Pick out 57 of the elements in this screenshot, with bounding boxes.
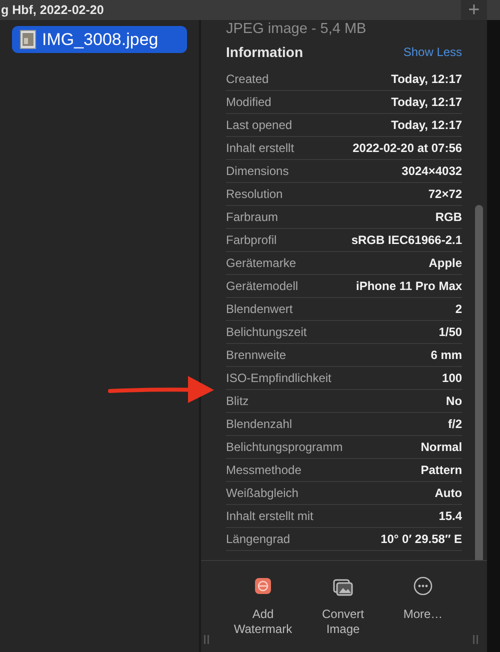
- property-label: Created: [226, 71, 269, 88]
- property-label: Last opened: [226, 117, 292, 134]
- property-value: RGB: [435, 209, 462, 226]
- property-label: Blitz: [226, 393, 249, 410]
- property-label: Farbraum: [226, 209, 278, 226]
- property-value: 100: [442, 370, 462, 387]
- property-value: Auto: [434, 485, 462, 502]
- property-label: Messmethode: [226, 462, 302, 479]
- property-value: 72×72: [428, 186, 462, 203]
- property-label: ISO-Empfindlichkeit: [226, 370, 332, 387]
- section-title: Information: [226, 42, 303, 62]
- action-button[interactable]: Convert Image: [303, 561, 383, 652]
- property-label: Farbprofil: [226, 232, 277, 249]
- property-value: Apple: [428, 255, 462, 272]
- property-label: Längengrad: [226, 531, 290, 548]
- property-label: Blendenzahl: [226, 416, 292, 433]
- property-value: No: [446, 393, 462, 410]
- action-button[interactable]: Add Watermark: [223, 561, 303, 652]
- property-label: Belichtungsprogramm: [226, 439, 343, 456]
- property-label: Inhalt erstellt mit: [226, 508, 314, 525]
- action-button[interactable]: More…: [383, 561, 463, 652]
- property-value: 6 mm: [430, 347, 462, 364]
- property-value: 2022-02-20 at 07:56: [352, 140, 462, 157]
- property-value: 3024×4032: [402, 163, 462, 180]
- property-value: 15.4: [438, 508, 462, 525]
- property-value: Pattern: [420, 462, 462, 479]
- file-item[interactable]: IMG_3008.jpeg: [12, 26, 187, 53]
- property-label: Belichtungszeit: [226, 324, 307, 341]
- property-value: f/2: [448, 416, 462, 433]
- property-value: 2: [455, 301, 462, 318]
- property-label: Dimensions: [226, 163, 289, 180]
- property-label: Gerätemodell: [226, 278, 298, 295]
- property-value: 10° 0′ 29.58″ E: [380, 531, 462, 548]
- property-label: Inhalt erstellt: [226, 140, 294, 157]
- property-label: Gerätemarke: [226, 255, 296, 272]
- resize-grip-icon[interactable]: [473, 635, 478, 644]
- property-label: Resolution: [226, 186, 283, 203]
- show-less-link[interactable]: Show Less: [403, 43, 462, 61]
- property-value: iPhone 11 Pro Max: [356, 278, 462, 295]
- property-value: Today, 12:17: [391, 71, 462, 88]
- property-label: Brennweite: [226, 347, 286, 364]
- property-value: sRGB IEC61966-2.1: [351, 232, 462, 249]
- property-value: Today, 12:17: [391, 94, 462, 111]
- property-label: Weißabgleich: [226, 485, 298, 502]
- resize-grip-icon[interactable]: [204, 635, 209, 644]
- add-tab-button[interactable]: +: [461, 0, 487, 20]
- property-value: 1/50: [438, 324, 462, 341]
- property-label: Blendenwert: [226, 301, 293, 318]
- property-value: Today, 12:17: [391, 117, 462, 134]
- property-value: Normal: [420, 439, 462, 456]
- window-title: g Hbf, 2022-02-20: [1, 2, 105, 19]
- more-icon: [412, 575, 434, 597]
- file-type-size: JPEG image - 5,4 MB: [226, 20, 368, 39]
- watermark-icon: [252, 575, 274, 597]
- image-file-icon: [20, 30, 36, 49]
- scrollbar-thumb[interactable]: [475, 205, 484, 560]
- property-label: Modified: [226, 94, 272, 111]
